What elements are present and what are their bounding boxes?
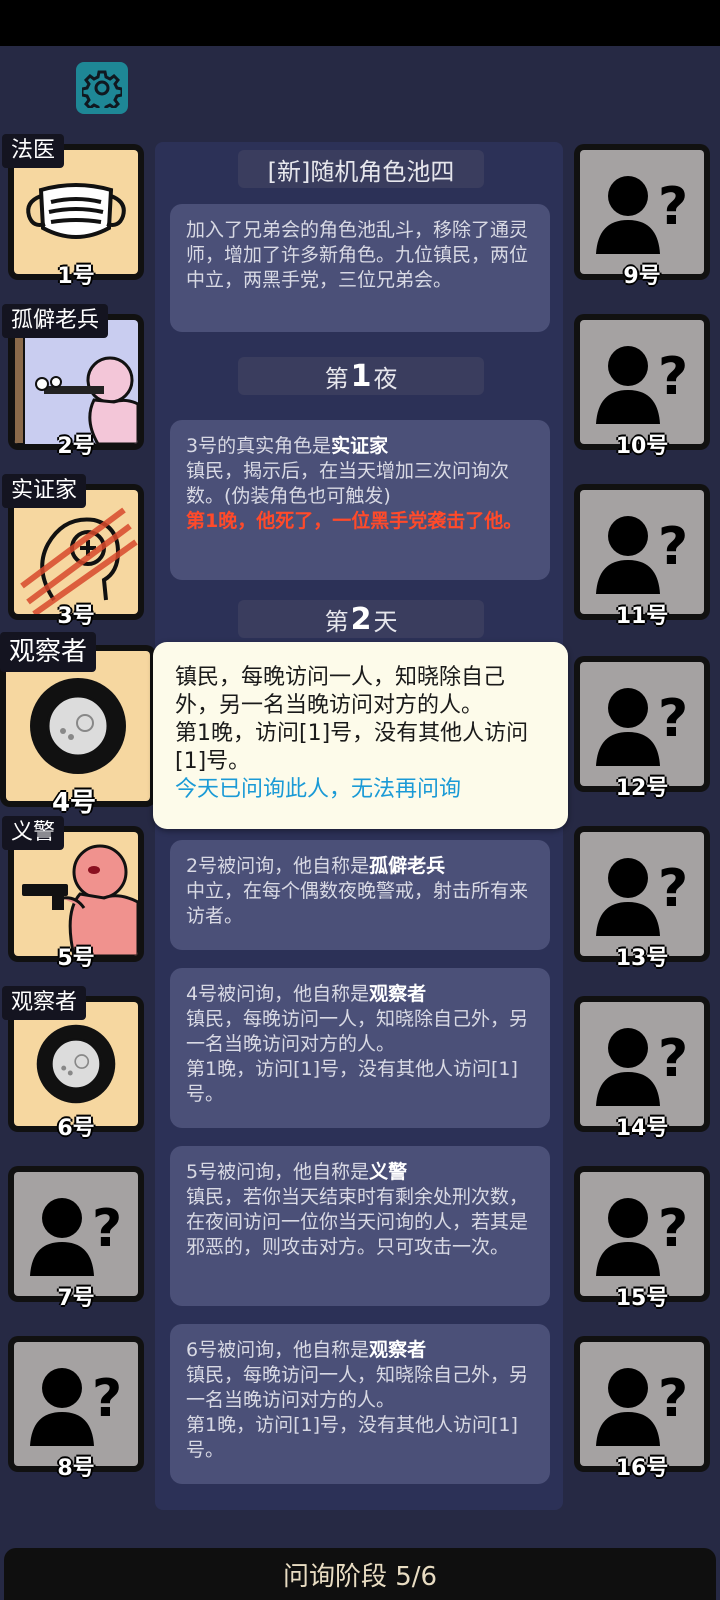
svg-text:?: ?	[92, 1369, 122, 1429]
role-description: 镇民，若你当天结束时有剩余处刑次数，在夜间访问一位你当天问询的人，若其是邪恶的，…	[186, 1186, 529, 1258]
veteran-icon	[14, 320, 138, 444]
claimed-role: 观察者	[369, 1339, 427, 1361]
unknown-person-icon: ?	[596, 858, 688, 936]
player-number: 7号	[57, 1286, 95, 1311]
player-number: 6号	[57, 1116, 95, 1141]
role-info-popup[interactable]: 镇民，每晚访问一人，知晓除自己外，另一名当晚访问对方的人。 第1晚，访问[1]号…	[153, 642, 568, 829]
player-number: 2号	[57, 434, 95, 459]
unknown-person-icon: ?	[30, 1198, 122, 1276]
role-label: 孤僻老兵	[2, 304, 109, 338]
chip-suffix: 天	[373, 607, 398, 636]
chip-suffix: 夜	[373, 364, 398, 393]
player-number: 13号	[615, 946, 669, 971]
pool-title: [新]随机角色池四	[267, 157, 455, 186]
mind-scratch-icon	[20, 507, 138, 614]
svg-text:?: ?	[658, 1369, 688, 1429]
pool-description-card: 加入了兄弟会的角色池乱斗，移除了通灵师，增加了许多新角色。九位镇民，两位中立，两…	[170, 204, 550, 332]
svg-text:?: ?	[92, 1199, 122, 1259]
player-number: 16号	[615, 1456, 669, 1481]
popup-role-description: 镇民，每晚访问一人，知晓除自己外，另一名当晚访问对方的人。	[175, 665, 506, 718]
player-number: 5号	[57, 946, 95, 971]
interrogation-card: 2号被问询，他自称是孤僻老兵 中立，在每个偶数夜晚警戒，射击所有来访者。	[170, 840, 550, 950]
claimed-role: 孤僻老兵	[369, 855, 446, 877]
unknown-person-icon: ?	[596, 1368, 688, 1446]
popup-notice: 今天已问询此人，无法再问询	[175, 777, 462, 802]
gunman-icon	[22, 844, 138, 956]
interrogation-card: 5号被问询，他自称是义警 镇民，若你当天结束时有剩余处刑次数，在夜间访问一位你当…	[170, 1146, 550, 1306]
gear-icon	[82, 70, 122, 108]
interrogation-card: 4号被问询，他自称是观察者 镇民，每晚访问一人，知晓除自己外，另一名当晚访问对方…	[170, 968, 550, 1128]
reveal-lead: 3号的真实角色是	[186, 435, 332, 457]
svg-text:?: ?	[658, 1029, 688, 1089]
mask-icon	[26, 183, 126, 239]
chip-prefix: 第	[324, 364, 349, 393]
popup-visit-result: 第1晚，访问[1]号，没有其他人访问[1]号。	[175, 721, 529, 774]
visit-result: 第1晚，访问[1]号，没有其他人访问[1]号。	[186, 1414, 518, 1461]
interrogation-lead: 5号被问询，他自称是	[186, 1161, 370, 1183]
claimed-role: 观察者	[369, 983, 427, 1005]
reveal-role: 实证家	[331, 435, 389, 457]
claimed-role: 义警	[369, 1161, 408, 1183]
pool-title-chip: [新]随机角色池四	[238, 150, 484, 188]
player-number: 4号	[51, 788, 97, 818]
player-number: 15号	[615, 1286, 669, 1311]
death-notice: 第1晚，他死了，一位黑手党袭击了他。	[186, 510, 523, 532]
role-description: 镇民，每晚访问一人，知晓除自己外，另一名当晚访问对方的人。	[186, 1364, 529, 1411]
unknown-person-icon: ?	[596, 346, 688, 424]
svg-text:?: ?	[658, 1199, 688, 1259]
lens-icon	[36, 1024, 116, 1104]
role-label: 观察者	[0, 632, 97, 672]
unknown-person-icon: ?	[596, 688, 688, 766]
player-number: 10号	[615, 434, 669, 459]
role-label: 观察者	[2, 986, 87, 1020]
svg-text:?: ?	[658, 177, 688, 237]
lens-icon	[30, 678, 126, 774]
player-number: 1号	[57, 264, 95, 289]
player-number: 11号	[615, 604, 669, 629]
player-number: 3号	[57, 604, 95, 629]
status-bar	[0, 0, 720, 46]
unknown-person-icon: ?	[596, 1028, 688, 1106]
interrogation-lead: 4号被问询，他自称是	[186, 983, 370, 1005]
phase-label: 问询阶段 5/6	[282, 1561, 438, 1592]
unknown-person-icon: ?	[30, 1368, 122, 1446]
player-number: 12号	[615, 776, 669, 801]
phase-bar: 问询阶段 5/6	[4, 1548, 716, 1600]
role-label: 实证家	[2, 474, 87, 508]
svg-text:?: ?	[658, 859, 688, 919]
reveal-description: 镇民，揭示后，在当天增加三次问询次数。(伪装角色也可触发)	[186, 460, 510, 507]
chip-number: 1	[350, 358, 372, 394]
player-number: 9号	[623, 264, 661, 289]
interrogation-lead: 2号被问询，他自称是	[186, 855, 370, 877]
pool-description: 加入了兄弟会的角色池乱斗，移除了通灵师，增加了许多新角色。九位镇民，两位中立，两…	[186, 219, 529, 291]
svg-text:?: ?	[658, 347, 688, 407]
player-number: 14号	[615, 1116, 669, 1141]
role-description: 镇民，每晚访问一人，知晓除自己外，另一名当晚访问对方的人。	[186, 1008, 529, 1055]
role-label: 义警	[2, 816, 65, 850]
chip-prefix: 第	[324, 607, 349, 636]
visit-result: 第1晚，访问[1]号，没有其他人访问[1]号。	[186, 1058, 518, 1105]
interrogation-lead: 6号被问询，他自称是	[186, 1339, 370, 1361]
night-1-chip: 第1夜	[238, 357, 484, 395]
unknown-person-icon: ?	[596, 176, 688, 254]
role-description: 中立，在每个偶数夜晚警戒，射击所有来访者。	[186, 880, 529, 927]
unknown-person-icon: ?	[596, 1198, 688, 1276]
role-label: 法医	[2, 134, 65, 168]
svg-text:?: ?	[658, 517, 688, 577]
unknown-person-icon: ?	[596, 516, 688, 594]
svg-text:?: ?	[658, 689, 688, 749]
reveal-card: 3号的真实角色是实证家 镇民，揭示后，在当天增加三次问询次数。(伪装角色也可触发…	[170, 420, 550, 580]
interrogation-card: 6号被问询，他自称是观察者 镇民，每晚访问一人，知晓除自己外，另一名当晚访问对方…	[170, 1324, 550, 1484]
settings-button[interactable]	[76, 62, 128, 114]
player-number: 8号	[57, 1456, 95, 1481]
chip-number: 2	[350, 601, 372, 637]
day-2-chip: 第2天	[238, 600, 484, 638]
